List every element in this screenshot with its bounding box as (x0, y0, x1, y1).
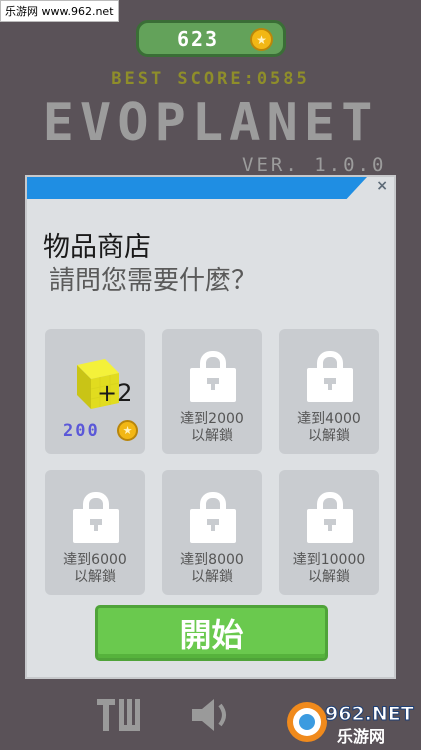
item-price: 200 (63, 421, 100, 441)
coin-count: 623 (176, 26, 220, 51)
leaderboard-icon[interactable] (97, 697, 141, 733)
unlock-score: 達到6000 (63, 552, 127, 568)
shop-item-locked[interactable]: 達到2000 以解鎖 (162, 329, 262, 454)
unlock-label: 以解鎖 (191, 569, 233, 585)
unlock-label: 以解鎖 (308, 569, 350, 585)
shop-item-locked[interactable]: 達到4000 以解鎖 (279, 329, 379, 454)
unlock-label: 以解鎖 (74, 569, 116, 585)
site-logo-watermark: 962.NET 乐游网 (287, 702, 414, 746)
shop-panel: × 物品商店 請問您需要什麼？ +2 200 ★ 達到2000 以解鎖 達到40… (25, 175, 396, 679)
watermark-name: 乐游网 (337, 727, 385, 746)
coin-icon: ★ (250, 28, 273, 51)
site-watermark: 乐游网 www.962.net (0, 0, 119, 22)
shop-item-cube[interactable]: +2 200 ★ (45, 329, 145, 454)
start-button[interactable]: 開始 (95, 605, 328, 661)
unlock-label: 以解鎖 (191, 428, 233, 444)
unlock-score: 達到4000 (297, 411, 361, 427)
unlock-score: 達到2000 (180, 411, 244, 427)
panel-header-bar (27, 177, 367, 199)
lock-icon (73, 492, 119, 544)
lock-icon (190, 351, 236, 403)
lock-icon (190, 492, 236, 544)
unlock-requirement: 達到10000 以解鎖 (279, 552, 379, 586)
lock-icon (307, 492, 353, 544)
unlock-requirement: 達到4000 以解鎖 (279, 411, 379, 445)
shop-item-locked[interactable]: 達到6000 以解鎖 (45, 470, 145, 595)
unlock-score: 達到8000 (180, 552, 244, 568)
unlock-label: 以解鎖 (308, 428, 350, 444)
sound-icon[interactable] (190, 697, 234, 733)
shop-title: 物品商店 (43, 232, 151, 263)
unlock-score: 達到10000 (292, 552, 366, 568)
game-title: EVOPLANET (42, 93, 379, 153)
coin-icon: ★ (117, 420, 138, 441)
watermark-domain: 962.NET (325, 703, 414, 725)
close-icon[interactable]: × (376, 178, 388, 194)
shop-item-locked[interactable]: 達到10000 以解鎖 (279, 470, 379, 595)
item-quantity: +2 (97, 379, 133, 407)
best-score: BEST SCORE:0585 (111, 69, 310, 89)
version-label: VER. 1.0.0 (242, 154, 387, 176)
shop-item-locked[interactable]: 達到8000 以解鎖 (162, 470, 262, 595)
unlock-requirement: 達到8000 以解鎖 (162, 552, 262, 586)
shop-subtitle: 請問您需要什麼？ (49, 266, 258, 296)
lock-icon (307, 351, 353, 403)
unlock-requirement: 達到6000 以解鎖 (45, 552, 145, 586)
unlock-requirement: 達到2000 以解鎖 (162, 411, 262, 445)
coin-counter: 623 ★ (136, 20, 286, 57)
